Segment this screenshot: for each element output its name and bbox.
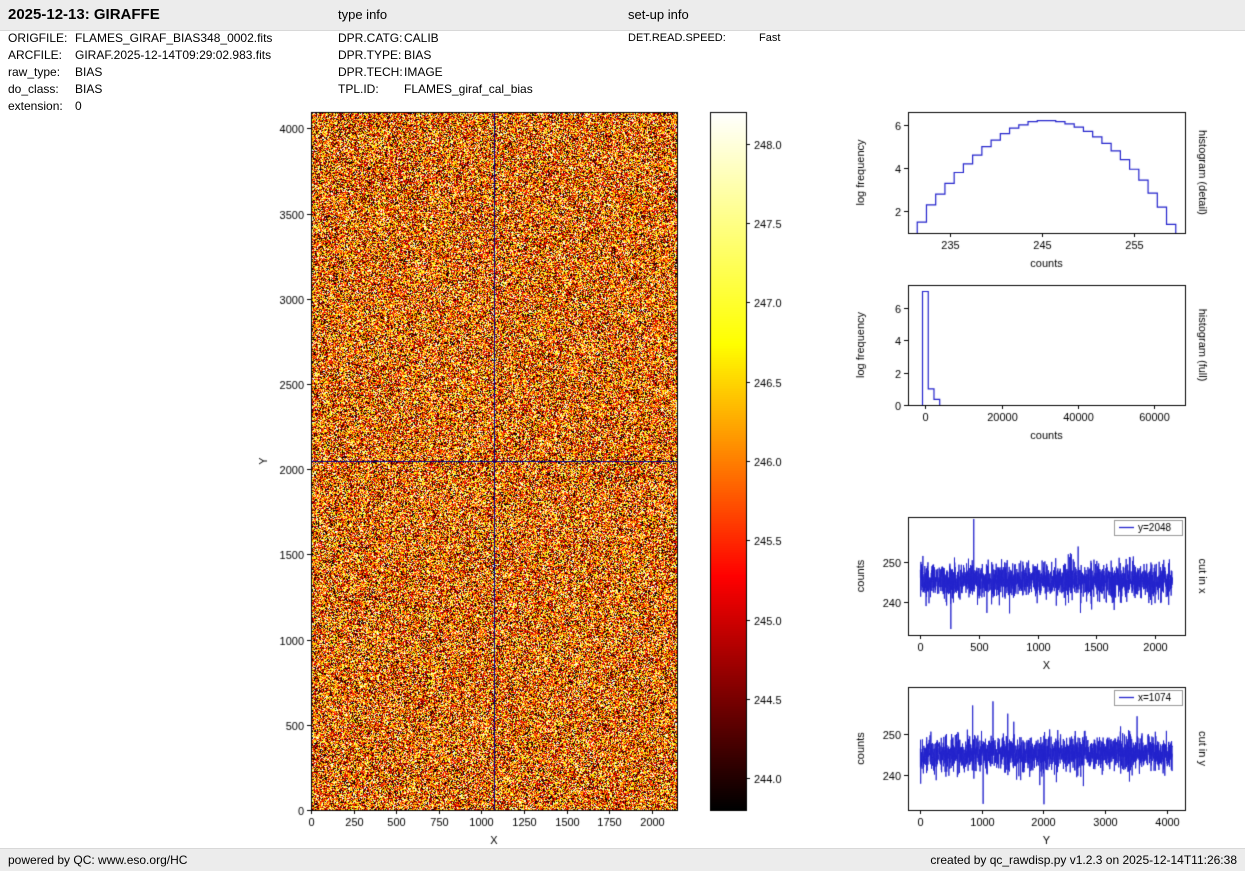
histogram-detail-plot: [855, 100, 1245, 285]
field-label: extension:: [8, 99, 75, 113]
field-value: Fast: [759, 32, 780, 44]
metadata-row: extension:0: [8, 99, 82, 113]
colorbar: [700, 100, 815, 840]
field-value: IMAGE: [404, 65, 443, 79]
metadata-row: ARCFILE:GIRAF.2025-12-14T09:29:02.983.fi…: [8, 48, 271, 62]
setup-info-row: DET.READ.SPEED:Fast: [628, 32, 780, 44]
metadata-row: do_class:BIAS: [8, 82, 102, 96]
field-label: ARCFILE:: [8, 48, 75, 62]
field-value: BIAS: [75, 82, 102, 96]
page-title: 2025-12-13: GIRAFFE: [8, 0, 160, 30]
histogram-full-plot: [855, 273, 1245, 453]
field-value: FLAMES_GIRAF_BIAS348_0002.fits: [75, 31, 272, 45]
field-label: TPL.ID:: [338, 82, 404, 96]
type-info-row: TPL.ID:FLAMES_giraf_cal_bias: [338, 82, 533, 96]
footer-right: created by qc_rawdisp.py v1.2.3 on 2025-…: [930, 849, 1237, 871]
footer-bar: powered by QC: www.eso.org/HC created by…: [0, 848, 1245, 871]
field-value: FLAMES_giraf_cal_bias: [404, 82, 533, 96]
type-info-row: DPR.CATG:CALIB: [338, 31, 439, 45]
field-label: raw_type:: [8, 65, 75, 79]
bias-image-plot: [240, 100, 690, 860]
field-value: BIAS: [404, 48, 431, 62]
field-label: DET.READ.SPEED:: [628, 32, 759, 44]
metadata-row: raw_type:BIAS: [8, 65, 102, 79]
field-label: DPR.TECH:: [338, 65, 404, 79]
field-label: DPR.CATG:: [338, 31, 404, 45]
footer-left: powered by QC: www.eso.org/HC: [8, 849, 187, 871]
field-value: CALIB: [404, 31, 439, 45]
type-info-heading: type info: [338, 0, 387, 30]
cut-in-x-plot: [855, 505, 1245, 680]
cut-in-y-plot: [855, 675, 1245, 848]
type-info-row: DPR.TECH:IMAGE: [338, 65, 443, 79]
header-bar: 2025-12-13: GIRAFFE type info set-up inf…: [0, 0, 1245, 31]
field-value: 0: [75, 99, 82, 113]
type-info-row: DPR.TYPE:BIAS: [338, 48, 431, 62]
field-label: ORIGFILE:: [8, 31, 75, 45]
field-label: do_class:: [8, 82, 75, 96]
field-value: BIAS: [75, 65, 102, 79]
metadata-row: ORIGFILE:FLAMES_GIRAF_BIAS348_0002.fits: [8, 31, 272, 45]
field-value: GIRAF.2025-12-14T09:29:02.983.fits: [75, 48, 271, 62]
setup-info-heading: set-up info: [628, 0, 689, 30]
field-label: DPR.TYPE:: [338, 48, 404, 62]
